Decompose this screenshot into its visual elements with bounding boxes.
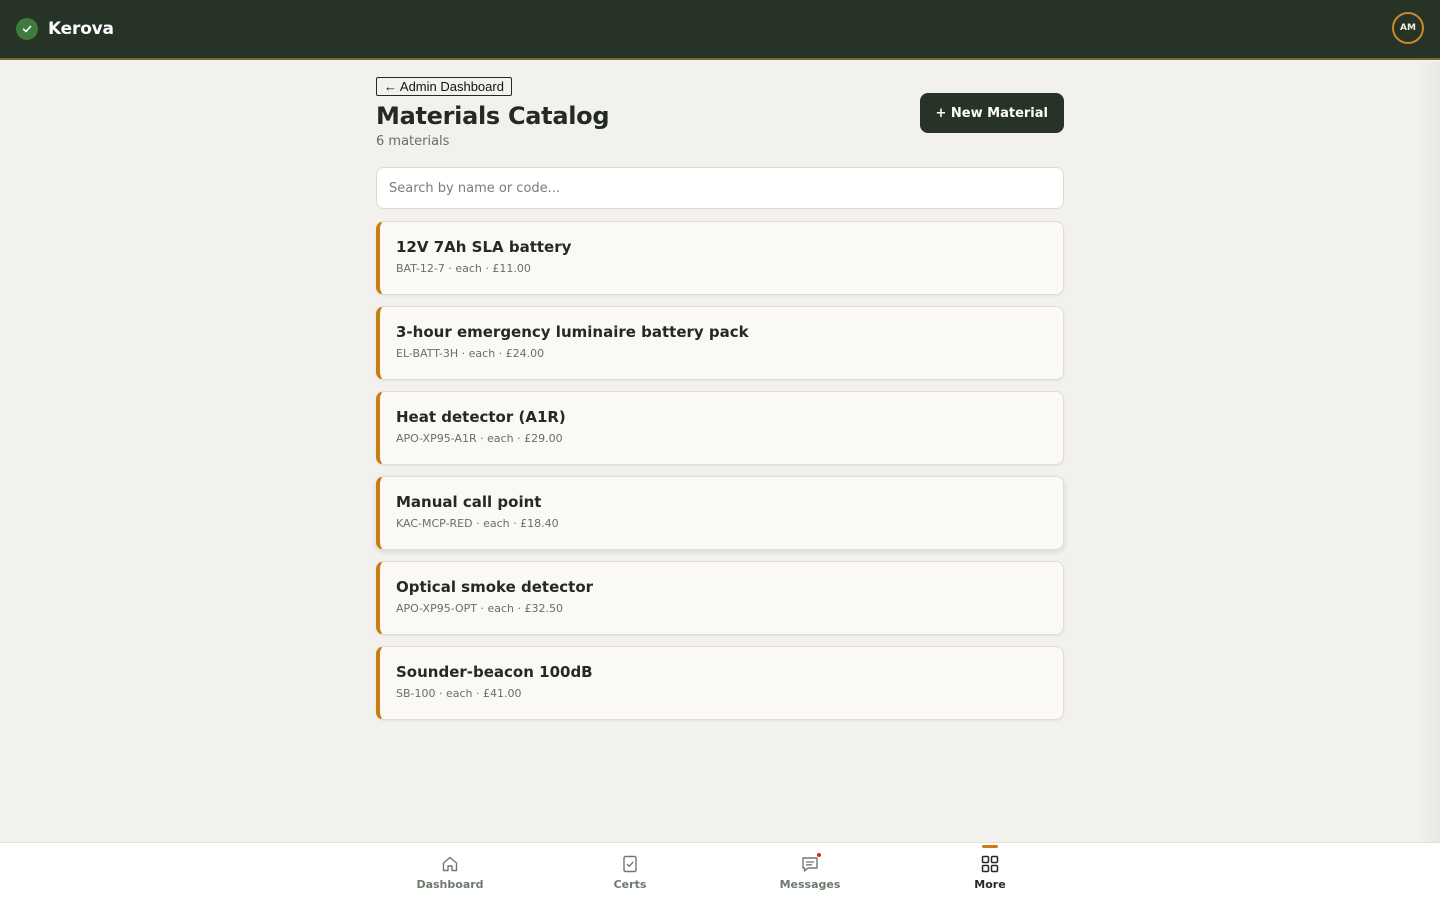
material-name: Optical smoke detector xyxy=(396,578,594,596)
material-meta: KAC-MCP-RED · each · £18.40 xyxy=(396,517,559,530)
bottom-nav: Dashboard Certs Messages More xyxy=(0,842,1440,900)
top-bar: Kerova AM xyxy=(0,0,1440,60)
material-card[interactable]: Optical smoke detector APO-XP95-OPT · ea… xyxy=(376,561,1064,635)
main-content: ← Admin Dashboard Materials Catalog 6 ma… xyxy=(376,76,1064,720)
material-name: 3-hour emergency luminaire battery pack xyxy=(396,323,749,341)
material-name: Manual call point xyxy=(396,493,542,511)
brand[interactable]: Kerova xyxy=(16,18,114,40)
material-meta: APO-XP95-A1R · each · £29.00 xyxy=(396,432,563,445)
material-card[interactable]: Sounder-beacon 100dB SB-100 · each · £41… xyxy=(376,646,1064,720)
nav-item-messages[interactable]: Messages xyxy=(750,843,870,900)
material-name: 12V 7Ah SLA battery xyxy=(396,238,572,256)
check-icon xyxy=(16,18,38,40)
search-box[interactable] xyxy=(376,167,1064,209)
material-card[interactable]: 3-hour emergency luminaire battery pack … xyxy=(376,306,1064,380)
nav-label: Certs xyxy=(613,878,647,891)
material-name: Sounder-beacon 100dB xyxy=(396,663,593,681)
search-input[interactable] xyxy=(389,180,1051,196)
materials-list: 12V 7Ah SLA battery BAT-12-7 · each · £1… xyxy=(376,221,1064,720)
brand-name: Kerova xyxy=(48,19,114,39)
material-meta: SB-100 · each · £41.00 xyxy=(396,687,522,700)
message-icon xyxy=(800,852,822,874)
material-meta: BAT-12-7 · each · £11.00 xyxy=(396,262,531,275)
material-card[interactable]: 12V 7Ah SLA battery BAT-12-7 · each · £1… xyxy=(376,221,1064,295)
material-name: Heat detector (A1R) xyxy=(396,408,566,426)
nav-label: More xyxy=(974,878,1006,891)
nav-label: Dashboard xyxy=(416,878,484,891)
materials-count: 6 materials xyxy=(376,134,450,149)
nav-item-dashboard[interactable]: Dashboard xyxy=(390,843,510,900)
new-material-button[interactable]: + New Material xyxy=(919,93,1064,133)
user-avatar[interactable]: AM xyxy=(1392,12,1424,44)
home-icon xyxy=(440,854,460,874)
material-meta: APO-XP95-OPT · each · £32.50 xyxy=(396,602,563,615)
nav-item-more[interactable]: More xyxy=(930,843,1050,900)
page-edge-shadow xyxy=(1416,62,1440,900)
material-card[interactable]: Heat detector (A1R) APO-XP95-A1R · each … xyxy=(376,391,1064,465)
material-card[interactable]: Manual call point KAC-MCP-RED · each · £… xyxy=(376,476,1064,550)
nav-label: Messages xyxy=(779,878,841,891)
back-to-admin-dashboard-link[interactable]: ← Admin Dashboard xyxy=(376,77,512,96)
material-meta: EL-BATT-3H · each · £24.00 xyxy=(396,347,545,360)
certificate-icon xyxy=(620,854,640,874)
nav-item-certs[interactable]: Certs xyxy=(570,843,690,900)
notification-dot xyxy=(816,852,822,858)
grid-icon xyxy=(980,854,1000,874)
